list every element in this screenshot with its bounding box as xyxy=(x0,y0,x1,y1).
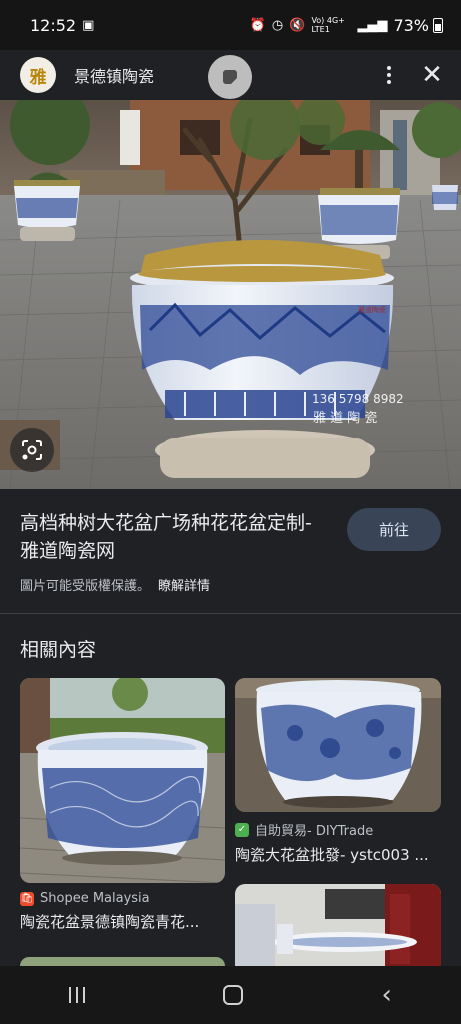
related-source: 🛍 Shopee Malaysia xyxy=(20,891,225,906)
alarm-icon: ⏰ xyxy=(249,17,266,33)
related-card-3[interactable] xyxy=(235,884,441,966)
result-info: 高档种树大花盆广场种花花盆定制- 雅道陶瓷网 前往 圖片可能受版權保護。 瞭解詳情 xyxy=(0,489,461,613)
site-logo[interactable]: 雅 xyxy=(20,57,56,93)
related-title[interactable]: 陶瓷花盆景德镇陶瓷青花... xyxy=(20,911,225,932)
status-bar: 12:52 ▣ ⏰ ◷ 🔇 Vo) 4G+ LTE1 ▂▄▆ 73% xyxy=(0,0,461,50)
battery-icon xyxy=(433,17,443,33)
related-thumbnail[interactable] xyxy=(235,678,441,812)
more-vert-icon[interactable] xyxy=(377,63,401,87)
related-card-4[interactable] xyxy=(20,957,225,966)
related-thumbnail[interactable] xyxy=(235,884,441,966)
alarm-clock-icon: ◷ xyxy=(271,17,284,33)
close-icon[interactable]: ✕ xyxy=(419,60,445,90)
related-thumbnail[interactable] xyxy=(20,678,225,883)
watermark-phone: 136 5798 8982 xyxy=(312,392,404,406)
watermark-name: 雅 道 陶 瓷 xyxy=(313,410,377,426)
learn-more-link[interactable]: 瞭解詳情 xyxy=(158,579,210,594)
hero-image[interactable]: 136 5798 8982 雅 道 陶 瓷 雅道陶瓷 xyxy=(0,100,461,489)
mute-icon: 🔇 xyxy=(289,17,306,33)
google-lens-icon[interactable] xyxy=(10,428,54,472)
signal-icon: ▂▄▆ xyxy=(357,17,388,33)
notification-icon: ▣ xyxy=(82,17,95,33)
related-thumbnail[interactable] xyxy=(20,957,225,966)
recents-icon[interactable] xyxy=(69,987,86,1003)
system-nav-bar: ‹ xyxy=(0,966,461,1024)
related-card-2[interactable]: ✓ 自助貿易- DIYTrade 陶瓷大花盆批發- ystc003 ... xyxy=(235,678,441,865)
related-heading: 相關內容 xyxy=(20,639,97,661)
back-icon[interactable]: ‹ xyxy=(381,980,391,1010)
divider xyxy=(0,613,461,614)
status-time: 12:52 xyxy=(30,15,77,35)
copyright-text: 圖片可能受版權保護。 xyxy=(20,579,151,594)
image-title[interactable]: 高档种树大花盆广场种花花盆定制- 雅道陶瓷网 xyxy=(20,509,320,565)
pot-label: 雅道陶瓷 xyxy=(358,305,386,314)
diytrade-favicon-icon: ✓ xyxy=(235,822,249,837)
related-card-1[interactable]: 🛍 Shopee Malaysia 陶瓷花盆景德镇陶瓷青花... xyxy=(20,678,225,932)
related-source: ✓ 自助貿易- DIYTrade xyxy=(235,820,441,839)
screenshot-tool-icon[interactable] xyxy=(208,55,252,99)
site-name[interactable]: 景德镇陶瓷 xyxy=(74,63,154,87)
shopee-favicon-icon: 🛍 xyxy=(20,891,34,906)
related-title[interactable]: 陶瓷大花盆批發- ystc003 ... xyxy=(235,844,441,865)
home-icon[interactable] xyxy=(223,985,244,1005)
source-name: 自助貿易- DIYTrade xyxy=(255,824,374,839)
copyright-notice: 圖片可能受版權保護。 瞭解詳情 xyxy=(20,575,210,594)
visit-button[interactable]: 前往 xyxy=(347,508,441,551)
source-name: Shopee Malaysia xyxy=(40,891,150,906)
battery-percent: 73% xyxy=(393,15,429,35)
network-label: Vo) 4G+ LTE1 xyxy=(311,16,345,34)
